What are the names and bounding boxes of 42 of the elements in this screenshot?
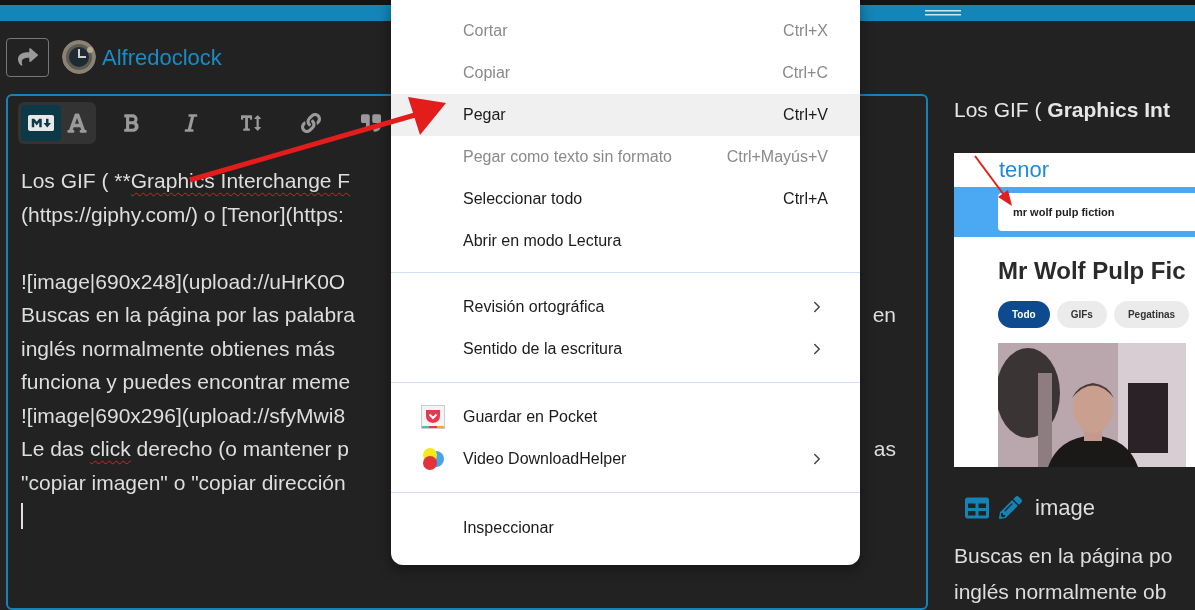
editor-text-line: ![image|690x296](upload://sfyMwi8	[21, 402, 346, 429]
editor-text-fragment: as	[873, 436, 896, 462]
font-icon	[66, 112, 88, 134]
link-icon	[301, 113, 321, 133]
editor-text-line: Le das click derecho (o mantener p	[21, 436, 350, 462]
editor-text-line: funciona y puedes encontrar meme	[21, 369, 351, 395]
menu-item[interactable]: Abrir en modo Lectura	[391, 220, 860, 262]
filter-chip: Pegatinas	[1113, 301, 1190, 328]
quote-icon	[361, 113, 381, 133]
share-button[interactable]	[6, 37, 49, 77]
preview-heading: Los GIF ( Graphics Int	[954, 97, 1171, 123]
text-size-icon	[241, 113, 261, 133]
site-logo: tenor	[999, 158, 1050, 181]
extension-circles-icon	[421, 447, 445, 471]
menu-item[interactable]: Video DownloadHelper	[391, 438, 860, 480]
username-link[interactable]: Alfredoclock	[102, 40, 222, 74]
menu-item[interactable]: Seleccionar todo Ctrl+A	[391, 178, 860, 220]
text-cursor	[21, 503, 23, 529]
editor-text-fragment: en	[872, 302, 896, 328]
filter-chip: GIFs	[1056, 301, 1107, 328]
image-caption: image	[1035, 494, 1095, 522]
result-title: Mr Wolf Pulp Fic	[998, 257, 1187, 285]
menu-item[interactable]: Inspeccionar	[391, 507, 860, 549]
share-icon	[17, 47, 38, 67]
preview-text-line: inglés normalmente ob	[954, 579, 1168, 605]
bold-icon	[121, 113, 141, 133]
menu-item[interactable]: Pegar Ctrl+V	[391, 94, 860, 136]
filter-chip: Todo	[998, 301, 1050, 328]
markdown-mode-button[interactable]	[21, 105, 61, 141]
menu-item[interactable]: Revisión ortográfica	[391, 286, 860, 328]
editor-text-line: (https://giphy.com/) o [Tenor](https:	[21, 201, 344, 228]
editor-text-line: ![image|690x248](upload://uHrK0O	[21, 268, 346, 295]
grid-icon[interactable]	[965, 495, 989, 520]
editor-text-line: inglés normalmente obtienes más	[21, 335, 335, 362]
editor-text-line: "copiar imagen" o "copiar dirección	[21, 469, 346, 496]
menu-item[interactable]: Sentido de la escritura	[391, 328, 860, 370]
preview-text-line: Buscas en la página po	[954, 543, 1174, 569]
editor-text-line: Buscas en la página por las palabra	[21, 302, 355, 328]
menu-item[interactable]: Guardar en Pocket	[391, 396, 860, 438]
drag-handle-icon[interactable]	[925, 10, 961, 16]
pencil-icon[interactable]	[999, 496, 1022, 519]
pocket-icon	[421, 405, 445, 429]
